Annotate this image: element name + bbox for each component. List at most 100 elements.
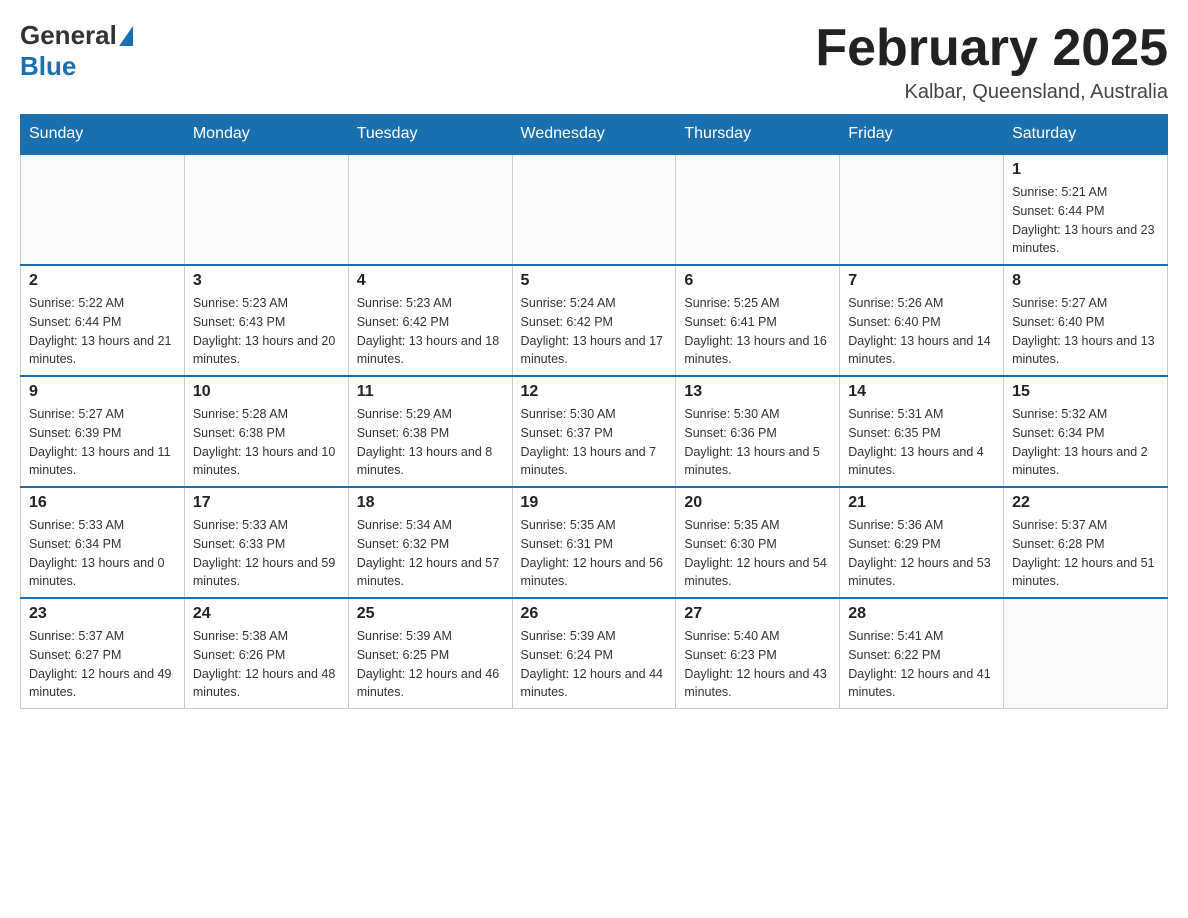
calendar-header-row: SundayMondayTuesdayWednesdayThursdayFrid… bbox=[21, 115, 1168, 155]
calendar-cell: 9 Sunrise: 5:27 AMSunset: 6:39 PMDaylight… bbox=[21, 376, 185, 487]
weekday-header-monday: Monday bbox=[184, 115, 348, 155]
day-info: Sunrise: 5:29 AMSunset: 6:38 PMDaylight:… bbox=[357, 405, 504, 480]
logo-general-text: General bbox=[20, 20, 117, 51]
calendar-cell: 10 Sunrise: 5:28 AMSunset: 6:38 PMDayligh… bbox=[184, 376, 348, 487]
logo-blue-text: Blue bbox=[20, 51, 76, 81]
day-info: Sunrise: 5:25 AMSunset: 6:41 PMDaylight:… bbox=[684, 294, 831, 369]
day-info: Sunrise: 5:37 AMSunset: 6:28 PMDaylight:… bbox=[1012, 516, 1159, 591]
day-number: 24 bbox=[193, 605, 340, 623]
calendar-cell bbox=[348, 154, 512, 265]
day-number: 25 bbox=[357, 605, 504, 623]
day-number: 11 bbox=[357, 383, 504, 401]
calendar-cell: 17 Sunrise: 5:33 AMSunset: 6:33 PMDayligh… bbox=[184, 487, 348, 598]
calendar-cell: 12 Sunrise: 5:30 AMSunset: 6:37 PMDayligh… bbox=[512, 376, 676, 487]
day-number: 17 bbox=[193, 494, 340, 512]
calendar-cell: 21Sunrise: 5:36 AMSunset: 6:29 PMDayligh… bbox=[840, 487, 1004, 598]
day-info: Sunrise: 5:39 AMSunset: 6:25 PMDaylight:… bbox=[357, 627, 504, 702]
calendar-cell: 14 Sunrise: 5:31 AMSunset: 6:35 PMDayligh… bbox=[840, 376, 1004, 487]
calendar-cell bbox=[21, 154, 185, 265]
weekday-header-thursday: Thursday bbox=[676, 115, 840, 155]
weekday-header-wednesday: Wednesday bbox=[512, 115, 676, 155]
day-info: Sunrise: 5:28 AMSunset: 6:38 PMDaylight:… bbox=[193, 405, 340, 480]
location-text: Kalbar, Queensland, Australia bbox=[815, 81, 1168, 104]
day-info: Sunrise: 5:30 AMSunset: 6:37 PMDaylight:… bbox=[521, 405, 668, 480]
day-number: 2 bbox=[29, 272, 176, 290]
day-info: Sunrise: 5:35 AMSunset: 6:30 PMDaylight:… bbox=[684, 516, 831, 591]
calendar-cell: 27Sunrise: 5:40 AMSunset: 6:23 PMDayligh… bbox=[676, 598, 840, 709]
day-number: 19 bbox=[521, 494, 668, 512]
day-number: 23 bbox=[29, 605, 176, 623]
day-number: 15 bbox=[1012, 383, 1159, 401]
day-info: Sunrise: 5:32 AMSunset: 6:34 PMDaylight:… bbox=[1012, 405, 1159, 480]
day-info: Sunrise: 5:24 AMSunset: 6:42 PMDaylight:… bbox=[521, 294, 668, 369]
day-number: 27 bbox=[684, 605, 831, 623]
calendar-cell: 7Sunrise: 5:26 AMSunset: 6:40 PMDaylight… bbox=[840, 265, 1004, 376]
day-info: Sunrise: 5:23 AMSunset: 6:43 PMDaylight:… bbox=[193, 294, 340, 369]
day-info: Sunrise: 5:26 AMSunset: 6:40 PMDaylight:… bbox=[848, 294, 995, 369]
day-info: Sunrise: 5:22 AMSunset: 6:44 PMDaylight:… bbox=[29, 294, 176, 369]
day-info: Sunrise: 5:30 AMSunset: 6:36 PMDaylight:… bbox=[684, 405, 831, 480]
day-number: 16 bbox=[29, 494, 176, 512]
month-title: February 2025 bbox=[815, 20, 1168, 77]
calendar-cell: 20 Sunrise: 5:35 AMSunset: 6:30 PMDayligh… bbox=[676, 487, 840, 598]
day-info: Sunrise: 5:34 AMSunset: 6:32 PMDaylight:… bbox=[357, 516, 504, 591]
calendar-cell: 18 Sunrise: 5:34 AMSunset: 6:32 PMDayligh… bbox=[348, 487, 512, 598]
day-info: Sunrise: 5:23 AMSunset: 6:42 PMDaylight:… bbox=[357, 294, 504, 369]
day-number: 18 bbox=[357, 494, 504, 512]
day-info: Sunrise: 5:27 AMSunset: 6:40 PMDaylight:… bbox=[1012, 294, 1159, 369]
calendar-cell: 8 Sunrise: 5:27 AMSunset: 6:40 PMDaylight… bbox=[1004, 265, 1168, 376]
day-info: Sunrise: 5:37 AMSunset: 6:27 PMDaylight:… bbox=[29, 627, 176, 702]
day-number: 22 bbox=[1012, 494, 1159, 512]
calendar-cell: 22 Sunrise: 5:37 AMSunset: 6:28 PMDayligh… bbox=[1004, 487, 1168, 598]
day-number: 3 bbox=[193, 272, 340, 290]
calendar-cell: 2 Sunrise: 5:22 AMSunset: 6:44 PMDaylight… bbox=[21, 265, 185, 376]
calendar-week-row: 2 Sunrise: 5:22 AMSunset: 6:44 PMDaylight… bbox=[21, 265, 1168, 376]
day-number: 8 bbox=[1012, 272, 1159, 290]
day-info: Sunrise: 5:35 AMSunset: 6:31 PMDaylight:… bbox=[521, 516, 668, 591]
calendar-cell: 1Sunrise: 5:21 AMSunset: 6:44 PMDaylight… bbox=[1004, 154, 1168, 265]
calendar-cell: 15 Sunrise: 5:32 AMSunset: 6:34 PMDayligh… bbox=[1004, 376, 1168, 487]
page-header: General Blue February 2025 Kalbar, Queen… bbox=[20, 20, 1168, 104]
logo: General Blue bbox=[20, 20, 135, 82]
day-number: 5 bbox=[521, 272, 668, 290]
calendar-cell: 25 Sunrise: 5:39 AMSunset: 6:25 PMDayligh… bbox=[348, 598, 512, 709]
day-number: 14 bbox=[848, 383, 995, 401]
day-info: Sunrise: 5:21 AMSunset: 6:44 PMDaylight:… bbox=[1012, 183, 1159, 258]
calendar-week-row: 1Sunrise: 5:21 AMSunset: 6:44 PMDaylight… bbox=[21, 154, 1168, 265]
calendar-cell: 26Sunrise: 5:39 AMSunset: 6:24 PMDayligh… bbox=[512, 598, 676, 709]
weekday-header-friday: Friday bbox=[840, 115, 1004, 155]
calendar-cell: 5 Sunrise: 5:24 AMSunset: 6:42 PMDaylight… bbox=[512, 265, 676, 376]
weekday-header-tuesday: Tuesday bbox=[348, 115, 512, 155]
weekday-header-sunday: Sunday bbox=[21, 115, 185, 155]
day-info: Sunrise: 5:39 AMSunset: 6:24 PMDaylight:… bbox=[521, 627, 668, 702]
day-number: 10 bbox=[193, 383, 340, 401]
day-number: 28 bbox=[848, 605, 995, 623]
calendar-cell: 3 Sunrise: 5:23 AMSunset: 6:43 PMDaylight… bbox=[184, 265, 348, 376]
calendar-cell bbox=[676, 154, 840, 265]
calendar-week-row: 16Sunrise: 5:33 AMSunset: 6:34 PMDayligh… bbox=[21, 487, 1168, 598]
calendar-cell: 28Sunrise: 5:41 AMSunset: 6:22 PMDayligh… bbox=[840, 598, 1004, 709]
calendar-cell: 11 Sunrise: 5:29 AMSunset: 6:38 PMDayligh… bbox=[348, 376, 512, 487]
calendar-cell: 13Sunrise: 5:30 AMSunset: 6:36 PMDayligh… bbox=[676, 376, 840, 487]
day-info: Sunrise: 5:27 AMSunset: 6:39 PMDaylight:… bbox=[29, 405, 176, 480]
day-info: Sunrise: 5:33 AMSunset: 6:33 PMDaylight:… bbox=[193, 516, 340, 591]
calendar-cell bbox=[840, 154, 1004, 265]
calendar-cell bbox=[184, 154, 348, 265]
weekday-header-saturday: Saturday bbox=[1004, 115, 1168, 155]
day-info: Sunrise: 5:31 AMSunset: 6:35 PMDaylight:… bbox=[848, 405, 995, 480]
day-number: 9 bbox=[29, 383, 176, 401]
calendar-cell: 16Sunrise: 5:33 AMSunset: 6:34 PMDayligh… bbox=[21, 487, 185, 598]
calendar-cell: 19 Sunrise: 5:35 AMSunset: 6:31 PMDayligh… bbox=[512, 487, 676, 598]
day-number: 12 bbox=[521, 383, 668, 401]
day-info: Sunrise: 5:36 AMSunset: 6:29 PMDaylight:… bbox=[848, 516, 995, 591]
calendar-week-row: 9 Sunrise: 5:27 AMSunset: 6:39 PMDaylight… bbox=[21, 376, 1168, 487]
day-number: 6 bbox=[684, 272, 831, 290]
calendar-cell bbox=[1004, 598, 1168, 709]
day-info: Sunrise: 5:38 AMSunset: 6:26 PMDaylight:… bbox=[193, 627, 340, 702]
day-number: 20 bbox=[684, 494, 831, 512]
logo-triangle-icon bbox=[119, 26, 133, 46]
day-number: 4 bbox=[357, 272, 504, 290]
calendar-cell: 4 Sunrise: 5:23 AMSunset: 6:42 PMDaylight… bbox=[348, 265, 512, 376]
calendar-cell: 23 Sunrise: 5:37 AMSunset: 6:27 PMDayligh… bbox=[21, 598, 185, 709]
calendar-cell: 6 Sunrise: 5:25 AMSunset: 6:41 PMDaylight… bbox=[676, 265, 840, 376]
